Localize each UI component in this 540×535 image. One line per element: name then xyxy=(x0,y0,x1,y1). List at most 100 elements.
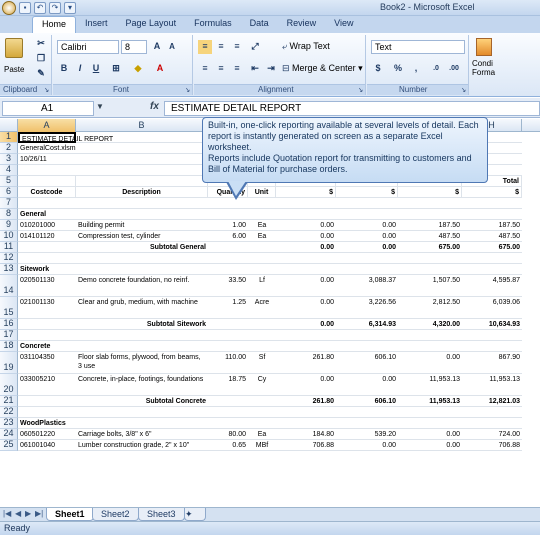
cell-c19[interactable]: 110.00 xyxy=(208,352,248,374)
conditional-formatting-button[interactable]: Condi Forma xyxy=(472,59,495,77)
name-box-dropdown-icon[interactable]: ▼ xyxy=(96,102,104,111)
cell-b22[interactable] xyxy=(76,407,208,418)
cell-b8[interactable] xyxy=(76,209,208,220)
cell-f17[interactable] xyxy=(336,330,398,341)
cell-e24[interactable]: 184.80 xyxy=(276,429,336,440)
cell-h9[interactable]: 187.50 xyxy=(462,220,522,231)
italic-icon[interactable]: I xyxy=(73,62,87,76)
cell-a9[interactable]: 010201000 xyxy=(18,220,76,231)
cell-f8[interactable] xyxy=(336,209,398,220)
cell-a7[interactable] xyxy=(18,198,76,209)
cell-b23[interactable] xyxy=(76,418,208,429)
cell-e6[interactable]: $ xyxy=(276,187,336,198)
cut-icon[interactable]: ✂ xyxy=(34,37,48,51)
cell-d7[interactable] xyxy=(248,198,276,209)
cell-e19[interactable]: 261.80 xyxy=(276,352,336,374)
cell-d16[interactable] xyxy=(248,319,276,330)
cell-c25[interactable]: 0.65 xyxy=(208,440,248,451)
align-bottom-icon[interactable]: ≡ xyxy=(230,40,244,54)
bold-icon[interactable]: B xyxy=(57,62,71,76)
cell-e7[interactable] xyxy=(276,198,336,209)
cell-f9[interactable]: 0.00 xyxy=(336,220,398,231)
cell-d10[interactable]: Ea xyxy=(248,231,276,242)
cell-a10[interactable]: 014101120 xyxy=(18,231,76,242)
font-size-box[interactable]: 8 xyxy=(121,40,147,54)
cell-a5[interactable] xyxy=(18,176,76,187)
sheet-tab-2[interactable]: Sheet2 xyxy=(92,508,139,521)
cell-g11[interactable]: 675.00 xyxy=(398,242,462,253)
cell-a25[interactable]: 061001040 xyxy=(18,440,76,451)
cell-b11[interactable]: Subtotal General xyxy=(76,242,208,253)
cell-g15[interactable]: 2,812.50 xyxy=(398,297,462,319)
cell-g23[interactable] xyxy=(398,418,462,429)
cell-g21[interactable]: 11,953.13 xyxy=(398,396,462,407)
cell-h15[interactable]: 6,039.06 xyxy=(462,297,522,319)
cell-d25[interactable]: MBf xyxy=(248,440,276,451)
cell-e20[interactable]: 0.00 xyxy=(276,374,336,396)
cell-g12[interactable] xyxy=(398,253,462,264)
cell-g17[interactable] xyxy=(398,330,462,341)
row-header[interactable]: 18 xyxy=(0,340,18,352)
cell-b24[interactable]: Carriage bolts, 3/8" x 6" xyxy=(76,429,208,440)
row-header[interactable]: 20 xyxy=(0,374,18,396)
cell-f19[interactable]: 606.10 xyxy=(336,352,398,374)
cell-c23[interactable] xyxy=(208,418,248,429)
increase-decimal-icon[interactable]: .0 xyxy=(429,62,443,76)
tab-review[interactable]: Review xyxy=(278,16,326,33)
cell-d9[interactable]: Ea xyxy=(248,220,276,231)
paste-button[interactable]: Paste xyxy=(4,63,24,77)
cell-c10[interactable]: 6.00 xyxy=(208,231,248,242)
cell-b5[interactable] xyxy=(76,176,208,187)
cell-h22[interactable] xyxy=(462,407,522,418)
cell-d13[interactable] xyxy=(248,264,276,275)
cell-d23[interactable] xyxy=(248,418,276,429)
cell-d12[interactable] xyxy=(248,253,276,264)
increase-indent-icon[interactable]: ⇥ xyxy=(264,62,278,76)
cell-c17[interactable] xyxy=(208,330,248,341)
cell-e15[interactable]: 0.00 xyxy=(276,297,336,319)
cell-e17[interactable] xyxy=(276,330,336,341)
cell-b10[interactable]: Compression test, cylinder xyxy=(76,231,208,242)
cell-f6[interactable]: $ xyxy=(336,187,398,198)
cell-g9[interactable]: 187.50 xyxy=(398,220,462,231)
cell-f25[interactable]: 0.00 xyxy=(336,440,398,451)
cell-c8[interactable] xyxy=(208,209,248,220)
cell-b21[interactable]: Subtotal Concrete xyxy=(76,396,208,407)
cell-d15[interactable]: Acre xyxy=(248,297,276,319)
cell-e25[interactable]: 706.88 xyxy=(276,440,336,451)
save-icon[interactable]: ▪ xyxy=(19,2,31,14)
next-sheet-icon[interactable]: ▶ xyxy=(25,509,31,518)
cell-b12[interactable] xyxy=(76,253,208,264)
cell-b17[interactable] xyxy=(76,330,208,341)
cell-d14[interactable]: Lf xyxy=(248,275,276,297)
cell-b3[interactable] xyxy=(76,154,208,165)
last-sheet-icon[interactable]: ▶| xyxy=(35,509,43,518)
cell-g20[interactable]: 11,953.13 xyxy=(398,374,462,396)
cell-e11[interactable]: 0.00 xyxy=(276,242,336,253)
cell-h11[interactable]: 675.00 xyxy=(462,242,522,253)
cell-g16[interactable]: 4,320.00 xyxy=(398,319,462,330)
cell-c13[interactable] xyxy=(208,264,248,275)
cell-d17[interactable] xyxy=(248,330,276,341)
cell-a21[interactable] xyxy=(18,396,76,407)
insert-function-button[interactable]: fx xyxy=(150,101,159,112)
sheet-tab-3[interactable]: Sheet3 xyxy=(138,508,185,521)
cell-a4[interactable] xyxy=(18,165,76,176)
borders-icon[interactable]: ⊞ xyxy=(109,62,123,76)
cell-g8[interactable] xyxy=(398,209,462,220)
cell-g6[interactable]: $ xyxy=(398,187,462,198)
underline-icon[interactable]: U xyxy=(89,62,103,76)
font-color-icon[interactable]: A xyxy=(153,62,167,76)
cell-a22[interactable] xyxy=(18,407,76,418)
cell-h16[interactable]: 10,634.93 xyxy=(462,319,522,330)
cell-h20[interactable]: 11,953.13 xyxy=(462,374,522,396)
cell-f14[interactable]: 3,088.37 xyxy=(336,275,398,297)
cell-h12[interactable] xyxy=(462,253,522,264)
cell-b18[interactable] xyxy=(76,341,208,352)
currency-button[interactable]: $ xyxy=(371,62,385,76)
cell-a1[interactable]: ESTIMATE DETAIL REPORT xyxy=(18,132,113,143)
cell-g10[interactable]: 487.50 xyxy=(398,231,462,242)
cell-b15[interactable]: Clear and grub, medium, with machine xyxy=(76,297,208,319)
cell-f24[interactable]: 539.20 xyxy=(336,429,398,440)
cell-f22[interactable] xyxy=(336,407,398,418)
